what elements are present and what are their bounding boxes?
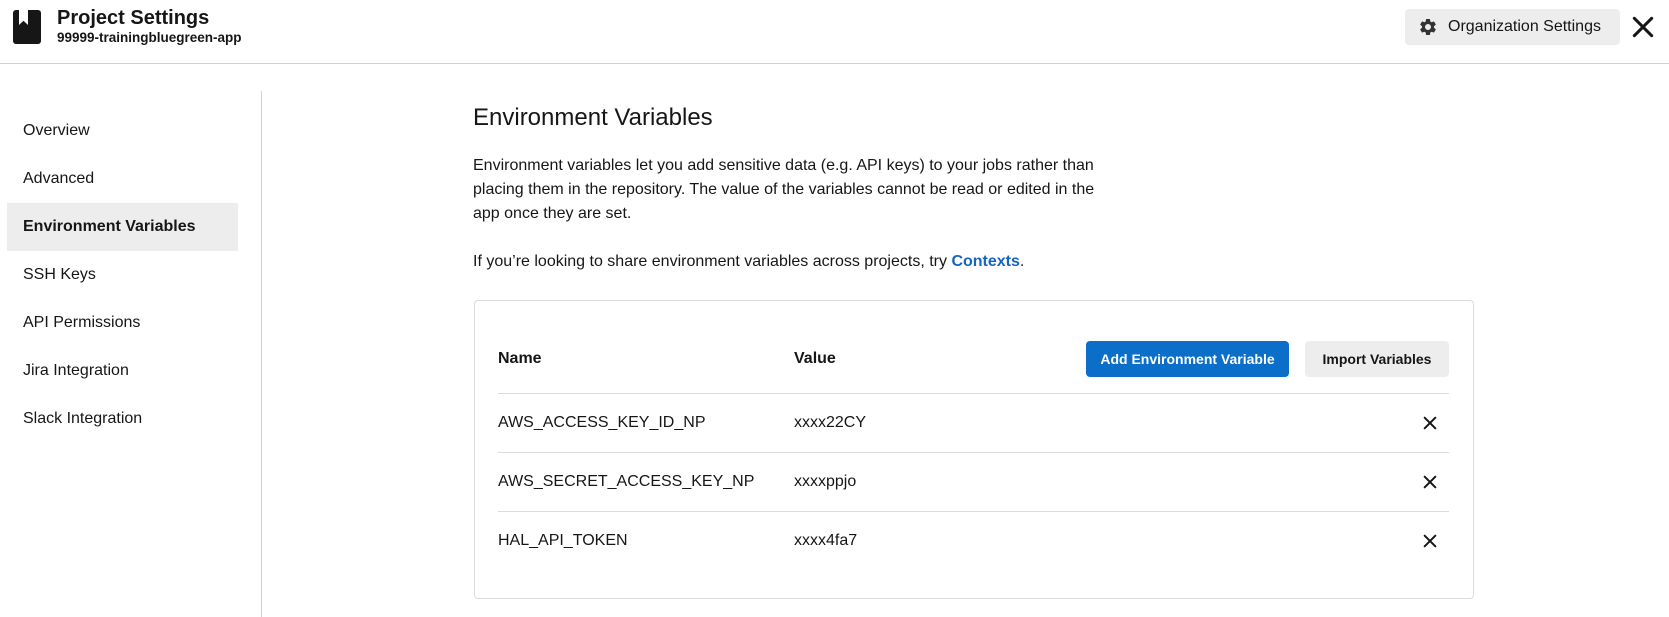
delete-variable-button[interactable] (1418, 470, 1442, 494)
sidebar-item-slack-integration[interactable]: Slack Integration (7, 395, 238, 443)
section-heading: Environment Variables (473, 104, 713, 131)
close-button[interactable] (1627, 11, 1659, 43)
env-var-name: AWS_ACCESS_KEY_ID_NP (498, 414, 706, 431)
close-icon (1423, 475, 1437, 489)
sidebar-item-api-permissions[interactable]: API Permissions (7, 299, 238, 347)
page-header: Project Settings 99999-trainingbluegreen… (0, 0, 1669, 64)
sidebar-item-jira-integration[interactable]: Jira Integration (7, 347, 238, 395)
import-variables-button[interactable]: Import Variables (1305, 341, 1449, 377)
add-environment-variable-button[interactable]: Add Environment Variable (1086, 341, 1289, 377)
delete-variable-button[interactable] (1418, 411, 1442, 435)
organization-settings-label: Organization Settings (1448, 18, 1601, 35)
column-header-name: Name (498, 350, 542, 367)
organization-settings-button[interactable]: Organization Settings (1405, 9, 1620, 45)
sidebar-item-environment-variables[interactable]: Environment Variables (7, 203, 238, 251)
sidebar-item-advanced[interactable]: Advanced (7, 155, 238, 203)
env-var-name: AWS_SECRET_ACCESS_KEY_NP (498, 473, 755, 490)
env-var-name: HAL_API_TOKEN (498, 532, 628, 549)
delete-variable-button[interactable] (1418, 529, 1442, 553)
contexts-hint-text: If you’re looking to share environment v… (473, 253, 952, 270)
contexts-hint: If you’re looking to share environment v… (473, 250, 1024, 274)
env-var-value: xxxx4fa7 (794, 532, 858, 549)
sidebar-item-ssh-keys[interactable]: SSH Keys (7, 251, 238, 299)
bookmark-icon (13, 10, 41, 44)
gear-icon (1420, 18, 1436, 35)
sidebar-item-overview[interactable]: Overview (7, 107, 238, 155)
close-icon (1423, 416, 1437, 430)
section-description: Environment variables let you add sensit… (473, 157, 1095, 222)
row-divider (498, 393, 1449, 394)
env-var-value: xxxx22CY (794, 414, 867, 431)
project-name: 99999-trainingbluegreen-app (57, 30, 242, 45)
row-divider (498, 511, 1449, 512)
contexts-link[interactable]: Contexts (951, 253, 1019, 270)
column-header-value: Value (794, 350, 836, 367)
env-var-value: xxxxppjo (794, 473, 857, 490)
page-title: Project Settings (57, 7, 210, 29)
row-divider (498, 452, 1449, 453)
close-icon (1423, 534, 1437, 548)
contexts-hint-suffix: . (1019, 253, 1025, 270)
close-icon (1632, 16, 1654, 38)
